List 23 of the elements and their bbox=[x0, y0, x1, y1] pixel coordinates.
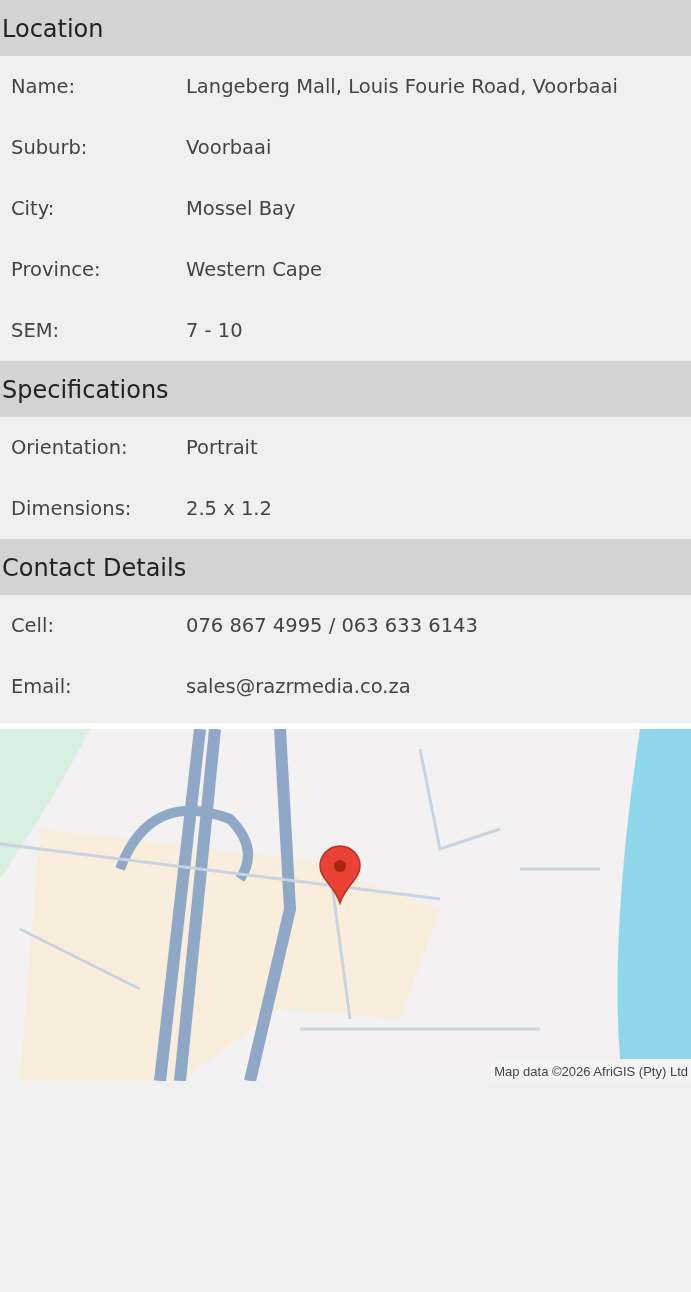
field-value: 076 867 4995 / 063 633 6143 bbox=[186, 613, 479, 639]
map-pin-icon[interactable] bbox=[318, 845, 362, 905]
field-value: Mossel Bay bbox=[186, 196, 297, 222]
field-value: sales@razrmedia.co.za bbox=[186, 674, 412, 700]
field-label: Dimensions: bbox=[10, 496, 133, 522]
field-label: Email: bbox=[10, 674, 73, 700]
section-header: Location bbox=[0, 0, 691, 56]
field-label: Province: bbox=[10, 257, 102, 283]
section-header: Contact Details bbox=[0, 539, 691, 595]
field-value: 2.5 x 1.2 bbox=[186, 496, 273, 522]
map[interactable]: Map data ©2026 AfriGIS (Pty) Ltd bbox=[0, 723, 691, 1081]
field-label: Orientation: bbox=[10, 435, 129, 461]
field-label: SEM: bbox=[10, 318, 61, 344]
section-header: Specifications bbox=[0, 361, 691, 417]
field-label: Name: bbox=[10, 74, 77, 100]
field-value: Western Cape bbox=[186, 257, 324, 283]
field-label: Cell: bbox=[10, 613, 56, 639]
field-value: Langeberg Mall, Louis Fourie Road, Voorbaai bbox=[186, 74, 619, 100]
field-label: Suburb: bbox=[10, 135, 89, 161]
field-label: City: bbox=[10, 196, 56, 222]
field-value: Voorbaai bbox=[186, 135, 273, 161]
field-value: Portrait bbox=[186, 435, 259, 461]
field-value: 7 - 10 bbox=[186, 318, 244, 344]
